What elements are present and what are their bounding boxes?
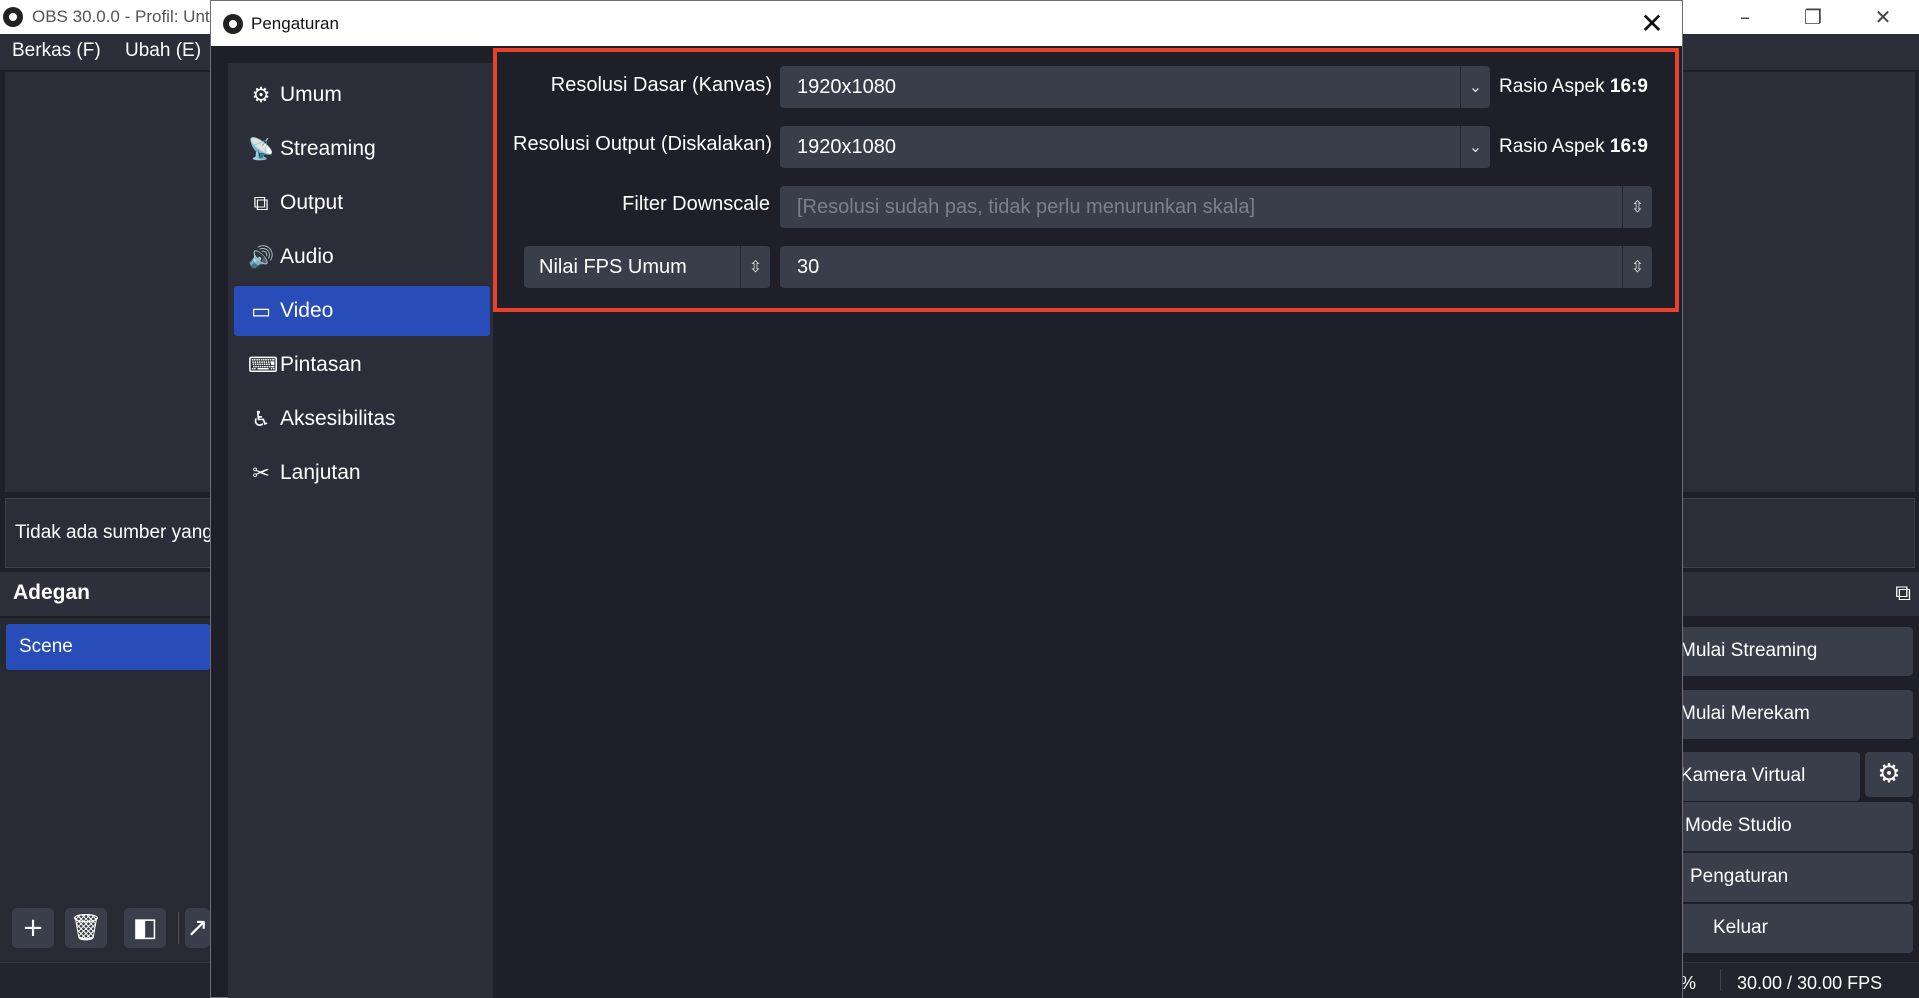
downscale-filter-select: [Resolusi sudah pas, tidak perlu menurun… [780, 186, 1652, 228]
close-icon[interactable]: ✕ [1632, 5, 1672, 43]
chevron-down-icon: ⌄ [1460, 126, 1490, 168]
main-window-title: OBS 30.0.0 - Profil: Untitled [32, 7, 212, 26]
chevron-down-icon: ⌄ [1460, 66, 1490, 108]
toolbar-divider [178, 912, 179, 944]
settings-sidebar: ⚙ Umum 📡 Streaming ⧉ Output 🔊 Audio ▭ Vi… [228, 63, 508, 998]
scene-item-label: Scene [19, 636, 73, 657]
exit-button[interactable]: Keluar [1660, 904, 1913, 953]
scene-toolbar: + 🗑 ◧ ↗ [0, 900, 210, 955]
output-resolution-value: 1920x1080 [797, 136, 896, 158]
base-resolution-value: 1920x1080 [797, 76, 896, 98]
status-divider [1720, 969, 1721, 991]
obs-logo-icon [223, 14, 243, 34]
monitor-icon: ▭ [251, 299, 271, 323]
restore-icon[interactable]: ❐ [1783, 0, 1843, 34]
fps-value: 30 [797, 256, 820, 278]
scenes-dock-header: Adegan [0, 572, 210, 616]
fps-readout: 30.00 / 30.00 FPS [1737, 973, 1883, 993]
sidebar-item-pintasan[interactable]: ⌨ Pintasan [234, 340, 490, 390]
settings-button[interactable]: Pengaturan [1660, 853, 1913, 902]
antenna-icon: 📡 [248, 137, 275, 161]
studio-mode-button[interactable]: Mode Studio [1660, 802, 1913, 851]
virtual-camera-settings-icon[interactable]: ⚙ [1865, 752, 1913, 797]
accessibility-icon: ♿ [251, 407, 271, 431]
updown-icon: ⇳ [740, 246, 770, 288]
fps-value-select[interactable]: 30 ⇳ [780, 246, 1652, 288]
sidebar-item-umum[interactable]: ⚙ Umum [234, 70, 490, 120]
fps-type-value: Nilai FPS Umum [539, 256, 687, 278]
start-recording-button[interactable]: Mulai Merekam [1660, 690, 1913, 739]
downscale-filter-label: Filter Downscale [622, 193, 770, 215]
list-item[interactable]: Scene [6, 624, 210, 670]
virtual-camera-button[interactable]: Kamera Virtual [1660, 752, 1860, 801]
controls-dock-header: ⧉ [1683, 572, 1919, 616]
sidebar-item-audio[interactable]: 🔊 Audio [234, 232, 490, 282]
no-source-text: Tidak ada sumber yang dipilih [15, 522, 215, 543]
base-resolution-label: Resolusi Dasar (Kanvas) [550, 74, 772, 96]
fps-type-select[interactable]: Nilai FPS Umum ⇳ [524, 246, 770, 288]
speaker-icon: 🔊 [248, 245, 275, 269]
output-icon: ⧉ [253, 191, 269, 215]
menu-edit[interactable]: Ubah (E) [125, 40, 201, 62]
obs-logo-icon [3, 7, 23, 27]
sidebar-item-output[interactable]: ⧉ Output [234, 178, 490, 228]
close-icon[interactable]: ✕ [1853, 0, 1913, 34]
updown-icon: ⇳ [1622, 186, 1652, 228]
output-resolution-select[interactable]: 1920x1080 ⌄ [780, 126, 1490, 168]
base-aspect-ratio: Rasio Aspek 16:9 [1499, 76, 1648, 97]
undock-icon[interactable]: ⧉ [1895, 581, 1911, 606]
sidebar-item-aksesibilitas[interactable]: ♿ Aksesibilitas [234, 394, 490, 444]
start-streaming-button[interactable]: Mulai Streaming [1660, 627, 1913, 676]
tools-icon: ✂ [252, 461, 270, 485]
filter-icon[interactable]: ◧ [124, 908, 166, 948]
output-aspect-ratio: Rasio Aspek 16:9 [1499, 136, 1648, 157]
minimize-icon[interactable]: – [1715, 0, 1775, 34]
delete-icon[interactable]: 🗑 [65, 908, 107, 948]
menu-file[interactable]: Berkas (F) [12, 40, 101, 62]
add-icon[interactable]: + [12, 908, 54, 948]
scenes-dock-title: Adegan [13, 581, 91, 604]
sidebar-item-video[interactable]: ▭ Video [234, 286, 490, 336]
sidebar-item-lanjutan[interactable]: ✂ Lanjutan [234, 448, 490, 498]
sidebar-item-streaming[interactable]: 📡 Streaming [234, 124, 490, 174]
updown-icon: ⇳ [1622, 246, 1652, 288]
gear-icon: ⚙ [251, 83, 271, 107]
output-resolution-label: Resolusi Output (Diskalakan) [513, 133, 772, 155]
base-resolution-select[interactable]: 1920x1080 ⌄ [780, 66, 1490, 108]
dialog-titlebar: Pengaturan ✕ [211, 1, 1682, 46]
dialog-title: Pengaturan [251, 14, 339, 33]
downscale-filter-value: [Resolusi sudah pas, tidak perlu menurun… [797, 196, 1256, 218]
keyboard-icon: ⌨ [248, 353, 279, 377]
move-up-icon[interactable]: ↗ [185, 908, 210, 948]
